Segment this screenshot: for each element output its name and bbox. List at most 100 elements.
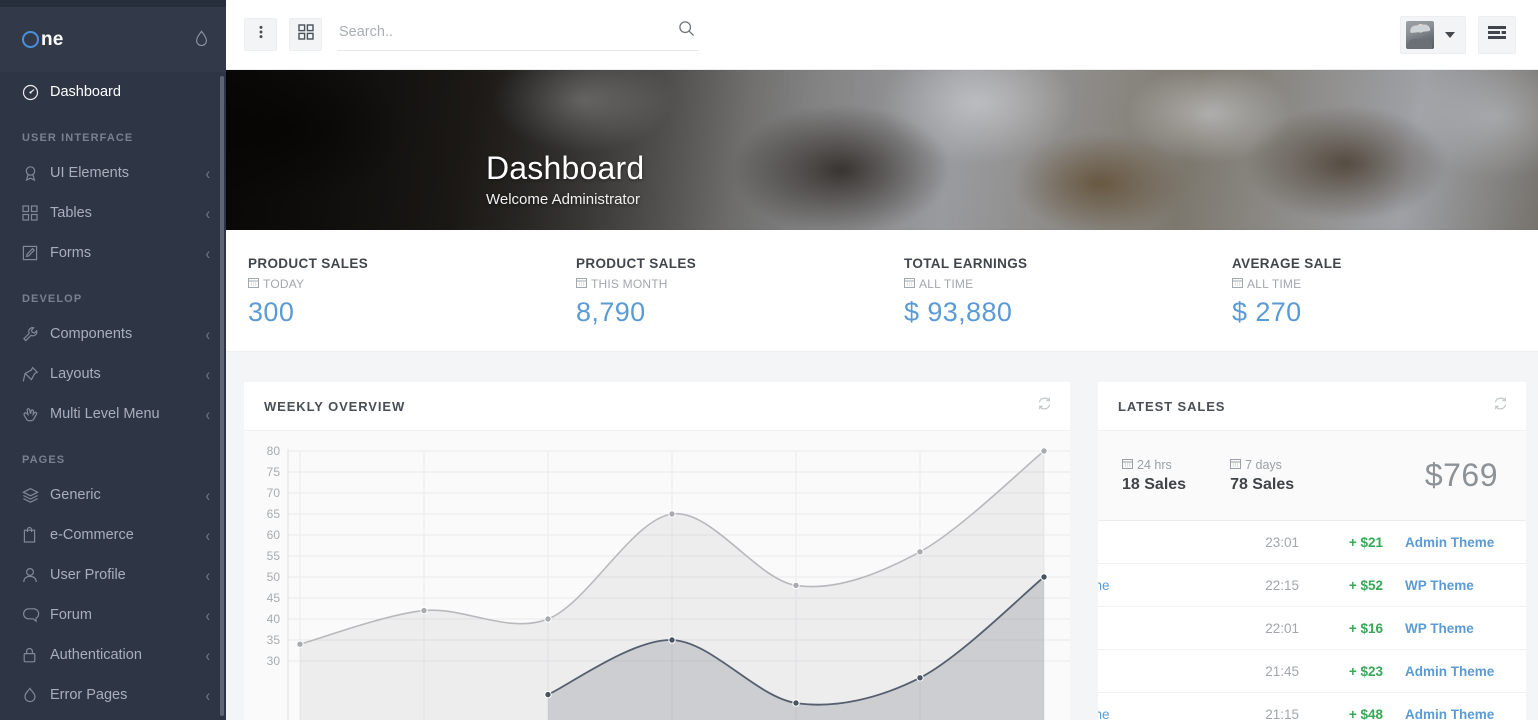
- stat-period: ALL TIME: [1232, 277, 1538, 291]
- chevron-left-icon: ‹: [205, 203, 210, 223]
- sidebar-item-generic[interactable]: Generic ‹: [0, 475, 226, 515]
- sidebar-item-layouts[interactable]: Layouts ‹: [0, 354, 226, 394]
- sidebar-item-e-commerce[interactable]: e-Commerce ‹: [0, 515, 226, 555]
- grid-squares-icon: [22, 205, 44, 221]
- search-icon[interactable]: [678, 20, 695, 42]
- sale-item: Admin Template: [1098, 535, 1207, 550]
- sale-amount: + $16: [1348, 620, 1383, 636]
- sidebar-section-user-interface: USER INTERFACE: [22, 132, 134, 144]
- sale-vendor: WP Theme: [1405, 620, 1474, 636]
- search-field[interactable]: [337, 18, 699, 51]
- chevron-left-icon: ‹: [205, 243, 210, 263]
- sales-metric-7days: 7 days 78 Sales: [1230, 458, 1294, 494]
- chat-bubble-icon: [22, 607, 44, 623]
- svg-text:40: 40: [267, 612, 281, 626]
- svg-text:75: 75: [267, 465, 281, 479]
- topbar: [226, 0, 1538, 70]
- hero-banner: Dashboard Welcome Administrator: [226, 70, 1538, 230]
- sidebar-item-forms[interactable]: Forms ‹: [0, 233, 226, 273]
- sidebar: ne Dashboard USER INTERFACE UI Elements …: [0, 0, 226, 720]
- refresh-icon[interactable]: [1037, 396, 1052, 416]
- layers-icon: [22, 487, 44, 504]
- table-row[interactable]: Admin Template 22:01 + $16 WP Theme: [1098, 607, 1526, 650]
- more-options-button[interactable]: [244, 18, 277, 51]
- svg-text:45: 45: [267, 591, 281, 605]
- stat-title: PRODUCT SALES: [248, 256, 369, 271]
- svg-text:35: 35: [267, 633, 281, 647]
- apps-grid-button[interactable]: [289, 18, 322, 51]
- search-input[interactable]: [337, 24, 657, 44]
- sale-amount: + $21: [1348, 534, 1383, 550]
- lock-icon: [22, 647, 44, 663]
- sale-amount: + $52: [1348, 577, 1383, 593]
- circle-o-logo-icon: [22, 31, 39, 48]
- flame-icon: [22, 687, 44, 703]
- sidebar-item-label: User Profile: [50, 567, 126, 583]
- sidebar-item-components[interactable]: Components ‹: [0, 314, 226, 354]
- topbar-right-actions: [1400, 15, 1516, 54]
- user-menu-button[interactable]: [1400, 15, 1466, 54]
- sidebar-item-error-pages[interactable]: Error Pages ‹: [0, 675, 226, 715]
- metric-value: 18 Sales: [1122, 475, 1187, 493]
- table-row[interactable]: Admin Template 21:45 + $23 Admin Theme: [1098, 650, 1526, 693]
- stat-period-label: ALL TIME: [1247, 277, 1302, 291]
- droplet-icon[interactable]: [195, 30, 208, 50]
- brand-logo[interactable]: ne: [0, 0, 226, 72]
- sidebar-item-ui-elements[interactable]: UI Elements ‹: [0, 153, 226, 193]
- sidebar-item-tables[interactable]: Tables ‹: [0, 193, 226, 233]
- table-row[interactable]: Admin Template 23:01 + $21 Admin Theme: [1098, 521, 1526, 564]
- sale-time: 21:15: [1265, 706, 1299, 720]
- chevron-left-icon: ‹: [205, 605, 210, 625]
- sidebar-scrollbar[interactable]: [220, 76, 224, 716]
- brand-name: ne: [41, 28, 64, 50]
- svg-text:80: 80: [267, 444, 281, 458]
- calendar-icon: [1122, 458, 1133, 472]
- user-icon: [22, 567, 44, 583]
- ribbon-icon: [22, 165, 44, 182]
- sale-vendor: Admin Theme: [1405, 706, 1495, 720]
- metric-label: 7 days: [1245, 457, 1282, 472]
- chevron-down-icon: [1445, 31, 1455, 38]
- stat-title: TOTAL EARNINGS: [904, 256, 1028, 271]
- svg-text:55: 55: [267, 549, 281, 563]
- table-row[interactable]: Wordpress Theme 22:15 + $52 WP Theme: [1098, 564, 1526, 607]
- stat-period: TODAY: [248, 277, 554, 291]
- sidebar-item-multi-level-menu[interactable]: Multi Level Menu ‹: [0, 394, 226, 434]
- sale-vendor: WP Theme: [1405, 577, 1474, 593]
- sidebar-item-dashboard[interactable]: Dashboard: [0, 72, 226, 112]
- chevron-left-icon: ‹: [205, 324, 210, 344]
- chevron-left-icon: ‹: [205, 163, 210, 183]
- sidebar-item-forum[interactable]: Forum ‹: [0, 595, 226, 635]
- sidebar-section-develop: DEVELOP: [22, 293, 83, 305]
- metric-label: 24 hrs: [1137, 457, 1172, 472]
- sales-rows-list: Admin Template 23:01 + $21 Admin Theme W…: [1098, 521, 1526, 720]
- sale-amount: + $23: [1348, 663, 1383, 679]
- panel-title: LATEST SALES: [1118, 398, 1226, 414]
- sidebar-item-authentication[interactable]: Authentication ‹: [0, 635, 226, 675]
- chevron-left-icon: ‹: [205, 404, 210, 424]
- stat-period: ALL TIME: [904, 277, 1210, 291]
- stat-value: $ 93,880: [904, 297, 1013, 327]
- table-row[interactable]: Wordpress Theme 21:15 + $48 Admin Theme: [1098, 693, 1526, 720]
- stat-title: PRODUCT SALES: [576, 256, 697, 271]
- sidebar-item-user-profile[interactable]: User Profile ‹: [0, 555, 226, 595]
- chevron-left-icon: ‹: [205, 485, 210, 505]
- sale-item: Admin Template: [1098, 664, 1207, 679]
- page-title: Dashboard: [486, 149, 645, 186]
- sale-time: 21:45: [1265, 663, 1299, 679]
- chart-body: 30 35 40 45 50 55 60 65 70 75 80: [244, 431, 1070, 720]
- svg-text:70: 70: [267, 486, 281, 500]
- panel-toggle-button[interactable]: [1478, 15, 1516, 54]
- sale-item: Wordpress Theme: [1098, 577, 1110, 593]
- sale-time: 22:01: [1265, 620, 1299, 636]
- calendar-icon: [576, 277, 587, 291]
- bag-icon: [22, 526, 44, 543]
- weekly-overview-chart: 30 35 40 45 50 55 60 65 70 75 80: [267, 444, 1070, 720]
- stat-period-label: ALL TIME: [919, 277, 974, 291]
- refresh-icon[interactable]: [1493, 396, 1508, 416]
- sales-total-amount: $769: [1424, 457, 1498, 493]
- sales-metric-24hrs: 24 hrs 18 Sales: [1122, 458, 1186, 494]
- calendar-icon: [904, 277, 915, 291]
- svg-text:30: 30: [267, 654, 281, 668]
- stat-card-total-earnings: TOTAL EARNINGS ALL TIME $ 93,880: [882, 256, 1210, 351]
